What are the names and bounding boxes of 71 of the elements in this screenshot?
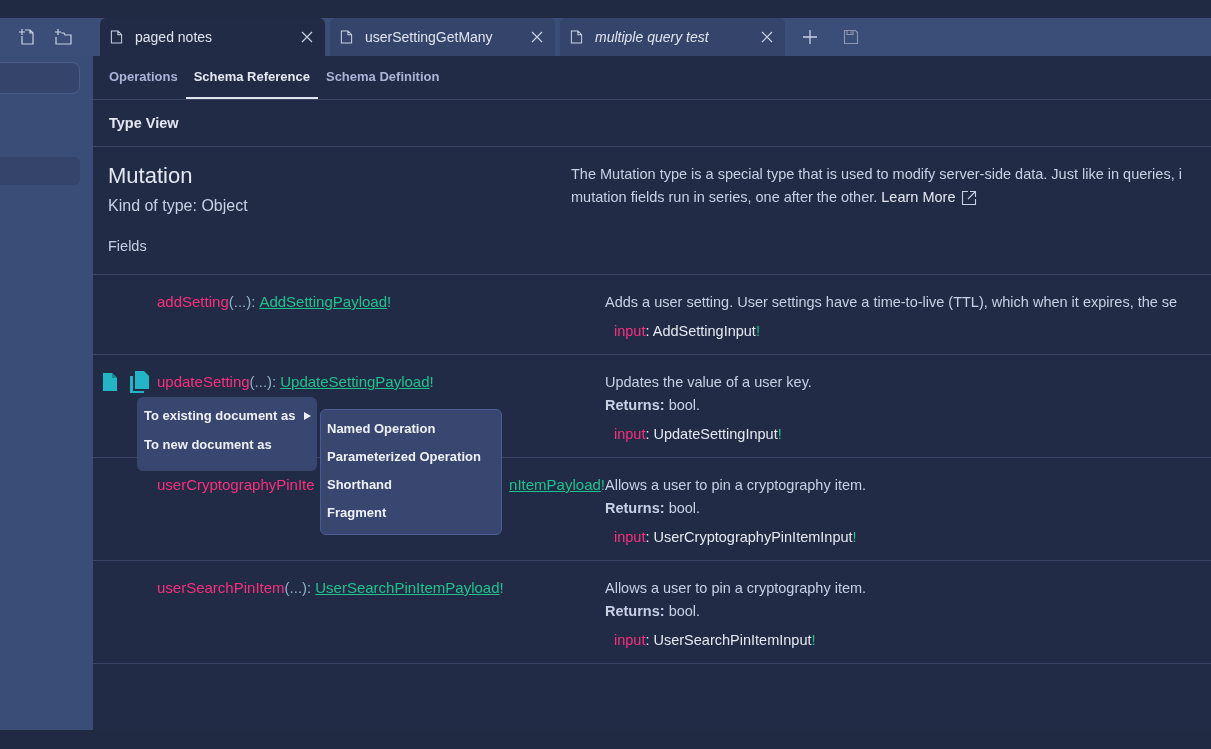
non-null-mark: ! — [387, 292, 392, 312]
view-tab[interactable]: Schema Definition — [317, 56, 448, 99]
returns-text: Returns: bool. — [605, 499, 702, 518]
copy-icon[interactable] — [129, 371, 149, 393]
menu-item[interactable]: Fragment — [321, 498, 501, 526]
field-description: Updates the value of a user key. — [605, 373, 812, 392]
argument-name: input — [614, 323, 646, 339]
learn-more-link[interactable]: Learn More — [881, 186, 956, 209]
type-link[interactable]: nItemPayload — [509, 474, 601, 496]
returns-text: Returns: bool. — [605, 602, 702, 621]
field-arguments: (...): — [228, 292, 256, 312]
close-icon[interactable] — [531, 31, 543, 43]
tab-label: multiple query test — [595, 29, 710, 45]
menu-item[interactable]: Named Operation — [321, 414, 501, 442]
view-tab[interactable]: Operations — [101, 56, 186, 99]
field-description: Allows a user to pin a cryptography item. — [605, 476, 867, 495]
close-icon[interactable] — [301, 31, 313, 43]
field-arguments: (...): — [249, 372, 277, 392]
field-description: Allows a user to pin a cryptography item. — [605, 579, 867, 598]
type-name: Mutation — [108, 162, 194, 190]
save-icon[interactable] — [843, 29, 859, 45]
non-null-mark: ! — [429, 372, 434, 392]
field-description: Adds a user setting. User settings have a time-to-live (TTL), which when it expires, the se — [605, 293, 1178, 312]
search-field[interactable] — [0, 62, 80, 94]
section-title: Type View — [109, 115, 179, 131]
tab-label: userSettingGetMany — [365, 29, 494, 45]
non-null-mark: ! — [499, 578, 504, 598]
argument-type: : UpdateSettingInput — [645, 426, 778, 442]
document-tab[interactable]: userSettingGetMany — [330, 18, 555, 56]
file-icon — [340, 29, 353, 45]
type-link[interactable]: AddSettingPayload — [259, 291, 387, 313]
type-link[interactable]: UpdateSettingPayload — [280, 371, 430, 393]
argument-type: : UserCryptographyPinItemInput — [645, 529, 853, 545]
file-icon — [570, 29, 583, 45]
new-folder-icon[interactable] — [54, 28, 72, 46]
document-icon[interactable] — [103, 373, 117, 391]
menu-item[interactable]: To existing document as — [137, 401, 317, 430]
type-description: The Mutation type is a special type that is used to modify server-side data. Just like in queries, i — [571, 165, 1182, 184]
non-null-mark: ! — [852, 529, 857, 545]
add-tab-icon[interactable] — [802, 29, 818, 45]
non-null-mark: ! — [777, 426, 782, 442]
menu-item[interactable]: Parameterized Operation — [321, 442, 501, 470]
field-name: userCryptographyPinIte — [157, 475, 315, 495]
field-name: userSearchPinItem — [157, 578, 285, 598]
non-null-mark: ! — [600, 475, 605, 495]
type-description: mutation fields run in series, one after the other. — [571, 188, 878, 207]
type-kind: Kind of type: Object — [108, 196, 249, 216]
field-arguments: (...): — [284, 578, 312, 598]
document-tab[interactable]: multiple query test — [560, 18, 785, 56]
argument-name: input — [614, 632, 646, 648]
field-name: addSetting — [157, 292, 229, 312]
returns-text: Returns: bool. — [605, 396, 702, 415]
argument-type: : UserSearchPinItemInput — [645, 632, 812, 648]
menu-item[interactable]: To new document as — [137, 430, 317, 459]
view-tab[interactable]: Schema Reference — [185, 56, 318, 99]
new-file-icon[interactable] — [18, 28, 36, 46]
submenu-arrow-icon — [304, 411, 311, 420]
field-name: updateSetting — [157, 372, 250, 392]
document-tab[interactable]: paged notes — [100, 18, 325, 56]
non-null-mark: ! — [755, 323, 760, 339]
argument-name: input — [614, 426, 646, 442]
type-link[interactable]: UserSearchPinItemPayload — [315, 577, 500, 599]
close-icon[interactable] — [761, 31, 773, 43]
menu-item[interactable]: Shorthand — [321, 470, 501, 498]
non-null-mark: ! — [811, 632, 816, 648]
external-link-icon[interactable] — [961, 189, 978, 206]
argument-type: : AddSettingInput — [645, 323, 756, 339]
tab-label: paged notes — [135, 29, 214, 45]
argument-name: input — [614, 529, 646, 545]
fields-label: Fields — [108, 238, 148, 254]
file-icon — [110, 29, 123, 45]
